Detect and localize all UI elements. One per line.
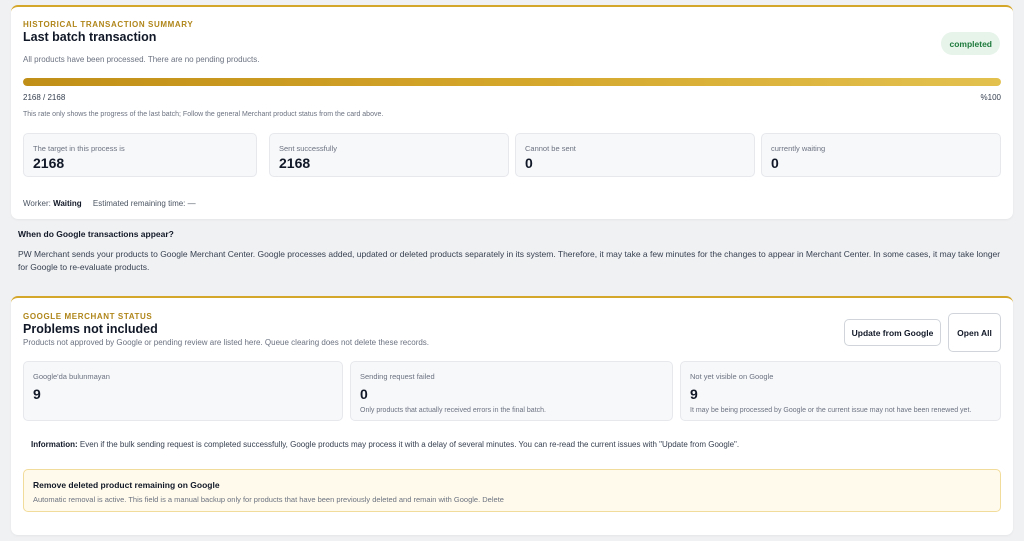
stat-failed: Cannot be sent 0 (515, 133, 755, 177)
merchant-info-text: Even if the bulk sending request is comp… (79, 440, 740, 449)
merchant-info-label: Information: (31, 440, 78, 449)
batch-eyebrow: HISTORICAL TRANSACTION SUMMARY (23, 20, 194, 29)
worker-status: Waiting (53, 199, 82, 208)
stat-not-on-google-value: 9 (33, 386, 41, 402)
progress-count: 2168 / 2168 (23, 93, 66, 102)
merchant-status-card: GOOGLE MERCHANT STATUS Problems not incl… (11, 296, 1013, 535)
update-from-google-button[interactable]: Update from Google (844, 319, 941, 346)
stat-sent: Sent successfully 2168 (269, 133, 509, 177)
progress-bar (23, 78, 1001, 86)
stat-not-visible-note: It may be being processed by Google or t… (690, 407, 972, 414)
merchant-title: Problems not included (23, 322, 158, 336)
stat-not-visible: Not yet visible on Google 9 It may be be… (680, 361, 1001, 421)
stat-waiting-value: 0 (771, 155, 779, 171)
stat-not-on-google-label: Google'da bulunmayan (33, 372, 110, 381)
remove-deleted-title: Remove deleted product remaining on Goog… (33, 480, 220, 490)
merchant-info-line: Information: Even if the bulk sending re… (31, 440, 739, 449)
worker-label: Worker: (23, 199, 51, 208)
progress-percent: %100 (980, 93, 1001, 102)
info-question: When do Google transactions appear? (18, 229, 174, 239)
stat-send-failed: Sending request failed 0 Only products t… (350, 361, 673, 421)
stat-not-on-google: Google'da bulunmayan 9 (23, 361, 343, 421)
stat-waiting: currently waiting 0 (761, 133, 1001, 177)
stat-target-value: 2168 (33, 155, 65, 171)
progress-bar-fill (23, 78, 1001, 86)
merchant-subtitle: Products not approved by Google or pendi… (23, 338, 430, 347)
status-badge: completed (941, 32, 1000, 55)
worker-status-line: Worker: Waiting Estimated remaining time… (23, 199, 196, 208)
stat-sent-value: 2168 (279, 155, 311, 171)
stat-send-failed-value: 0 (360, 386, 368, 402)
remaining-time: Estimated remaining time: — (92, 199, 196, 208)
batch-subtitle: All products have been processed. There … (23, 55, 260, 64)
stat-not-visible-label: Not yet visible on Google (690, 372, 774, 381)
stat-target-label: The target in this process is (33, 144, 125, 153)
open-all-button[interactable]: Open All (948, 313, 1001, 352)
stat-failed-label: Cannot be sent (525, 144, 576, 153)
stat-send-failed-note: Only products that actually received err… (360, 407, 546, 414)
stat-sent-label: Sent successfully (279, 144, 337, 153)
remove-deleted-text: Automatic removal is active. This field … (33, 495, 504, 504)
progress-note: This rate only shows the progress of the… (23, 111, 384, 118)
remove-deleted-panel: Remove deleted product remaining on Goog… (23, 469, 1001, 512)
merchant-eyebrow: GOOGLE MERCHANT STATUS (23, 312, 153, 321)
stat-not-visible-value: 9 (690, 386, 698, 402)
stat-send-failed-label: Sending request failed (360, 372, 435, 381)
info-body: PW Merchant sends your products to Googl… (18, 249, 1001, 272)
stat-waiting-label: currently waiting (771, 144, 826, 153)
stat-target: The target in this process is 2168 (23, 133, 257, 177)
batch-summary-card: HISTORICAL TRANSACTION SUMMARY Last batc… (11, 5, 1013, 219)
stat-failed-value: 0 (525, 155, 533, 171)
batch-title: Last batch transaction (23, 30, 157, 44)
